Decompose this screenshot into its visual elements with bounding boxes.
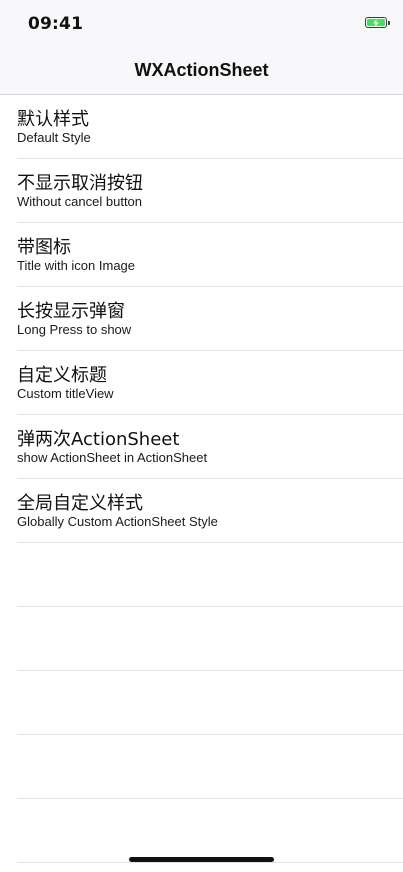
nav-title: WXActionSheet: [134, 60, 269, 80]
empty-row: [0, 671, 403, 735]
list-item-title: 默认样式: [17, 109, 89, 130]
lightning-bolt-icon: [373, 18, 379, 27]
list-item-subtitle: Without cancel button: [17, 194, 143, 209]
list-item-subtitle: Title with icon Image: [17, 258, 136, 273]
navigation-bar: WXActionSheet: [0, 50, 403, 95]
list-item-subtitle: Long Press to show: [17, 322, 132, 337]
list-item-custom-title[interactable]: 自定义标题 Custom titleView: [0, 351, 403, 415]
empty-row: [0, 543, 403, 607]
status-bar: 09:41: [0, 0, 403, 50]
list-item-without-cancel[interactable]: 不显示取消按钮 Without cancel button: [0, 159, 403, 223]
list-item-title: 带图标: [17, 237, 71, 258]
list-item-title: 全局自定义样式: [17, 493, 143, 514]
battery-level: [367, 18, 385, 27]
list-item-title: 弹两次ActionSheet: [17, 429, 180, 450]
list-item-subtitle: Custom titleView: [17, 386, 114, 401]
empty-row: [0, 735, 403, 799]
list-item-subtitle: Globally Custom ActionSheet Style: [17, 514, 218, 529]
battery-cap: [388, 21, 390, 25]
list-item-title: 不显示取消按钮: [17, 173, 143, 194]
list-item-nested-sheet[interactable]: 弹两次ActionSheet show ActionSheet in Actio…: [0, 415, 403, 479]
list-item-subtitle: show ActionSheet in ActionSheet: [17, 450, 208, 465]
list-item-title: 长按显示弹窗: [17, 301, 125, 322]
list-item-subtitle: Default Style: [17, 130, 91, 145]
battery-charging-icon: [365, 17, 390, 28]
home-indicator[interactable]: [129, 857, 274, 862]
list-item-with-icon[interactable]: 带图标 Title with icon Image: [0, 223, 403, 287]
app-screen: 09:41 WXActionSheet 默认样式 Default Style 不…: [0, 0, 403, 872]
list-item-default-style[interactable]: 默认样式 Default Style: [0, 95, 403, 159]
empty-row: [0, 607, 403, 671]
status-time: 09:41: [28, 14, 84, 34]
demo-list: 默认样式 Default Style 不显示取消按钮 Without cance…: [0, 95, 403, 863]
list-item-long-press[interactable]: 长按显示弹窗 Long Press to show: [0, 287, 403, 351]
empty-row: [0, 799, 403, 863]
list-item-title: 自定义标题: [17, 365, 107, 386]
list-item-global-style[interactable]: 全局自定义样式 Globally Custom ActionSheet Styl…: [0, 479, 403, 543]
